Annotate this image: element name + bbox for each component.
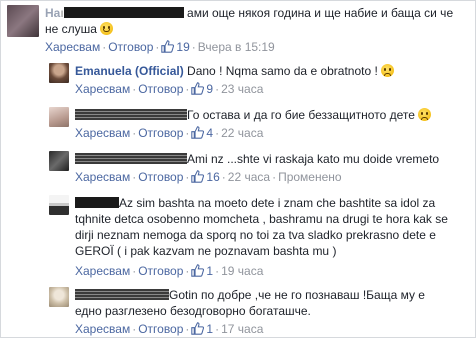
like-count[interactable]: 16 [206,170,219,184]
reply-button[interactable]: Отговор [108,40,153,54]
comment-actions: Харесвам · Отговор · 19 · Вчера в 15:19 [45,40,275,54]
thumbs-up-icon[interactable] [191,126,205,139]
avatar[interactable] [49,63,69,83]
comment-actions: Харесвам · Отговор · 1 · 17 часа [75,322,264,336]
redacted-name [75,197,119,208]
redacted-name [75,289,169,300]
comment-actions: Харесвам · Отговор · 1 · 19 часа [75,264,264,278]
comment-text: Го остава и да го бие беззащитното дете [187,108,415,122]
like-button[interactable]: Харесвам [75,264,130,278]
avatar[interactable] [49,287,69,307]
frown-emoji-icon [418,108,432,121]
timestamp[interactable]: 22 часа [221,126,263,140]
redacted-name [75,153,187,164]
avatar[interactable] [49,107,69,127]
reply-button[interactable]: Отговор [138,264,183,278]
reply-button[interactable]: Отговор [138,322,183,336]
comment-text: Dano ! Nqma samo da e obratnoto ! [187,64,378,78]
comment-actions: Харесвам · Отговор · 16 · 22 часа · Променено [75,170,342,184]
avatar[interactable] [7,5,39,37]
like-button[interactable]: Харесвам [75,126,130,140]
comment-text-line1: Gotin по добре ,че не го познаваш !Баща … [169,288,425,302]
timestamp[interactable]: Вчера в 15:19 [198,40,275,54]
comment-text-line1: Az sim bashta na moeto dete i znam che b… [119,196,420,210]
timestamp[interactable]: 17 часа [221,322,263,336]
timestamp[interactable]: 22 часа [228,170,270,184]
reply-button[interactable]: Отговор [138,170,183,184]
like-button[interactable]: Харесвам [45,40,100,54]
comments-panel: Haı ами още някоя година и ще набие и ба… [0,0,476,338]
comment-text-rest: едно разглезено безодговорно богаташче. [75,304,311,318]
thumbs-up-icon[interactable] [191,322,205,335]
comment-actions: Харесвам · Отговор · 9 · 23 часа [75,82,264,96]
like-button[interactable]: Харесвам [75,170,130,184]
like-button[interactable]: Харесвам [75,322,130,336]
smile-emoji-icon [100,22,114,35]
reply-button[interactable]: Отговор [138,126,183,140]
author-name[interactable]: Ha [45,6,60,20]
author-name[interactable]: Emanuela (Official) [75,64,184,78]
comment-text: Ami nz ...shte vi raskaja kato mu doide … [187,152,440,166]
redacted-name [63,7,184,18]
thumbs-up-icon[interactable] [191,264,205,277]
redacted-name [75,109,187,120]
timestamp[interactable]: 19 часа [221,264,263,278]
thumbs-up-icon[interactable] [191,170,205,183]
timestamp[interactable]: 23 часа [221,82,263,96]
reply-button[interactable]: Отговор [138,82,183,96]
thumbs-up-icon[interactable] [191,82,205,95]
avatar[interactable] [49,195,69,215]
frown-emoji-icon [381,64,395,77]
edited-label[interactable]: Променено [278,170,342,184]
avatar[interactable] [49,151,69,171]
thumbs-up-icon[interactable] [161,40,175,53]
like-count[interactable]: 19 [176,40,189,54]
like-button[interactable]: Харесвам [75,82,130,96]
comment-actions: Харесвам · Отговор · 4 · 22 часа [75,126,264,140]
